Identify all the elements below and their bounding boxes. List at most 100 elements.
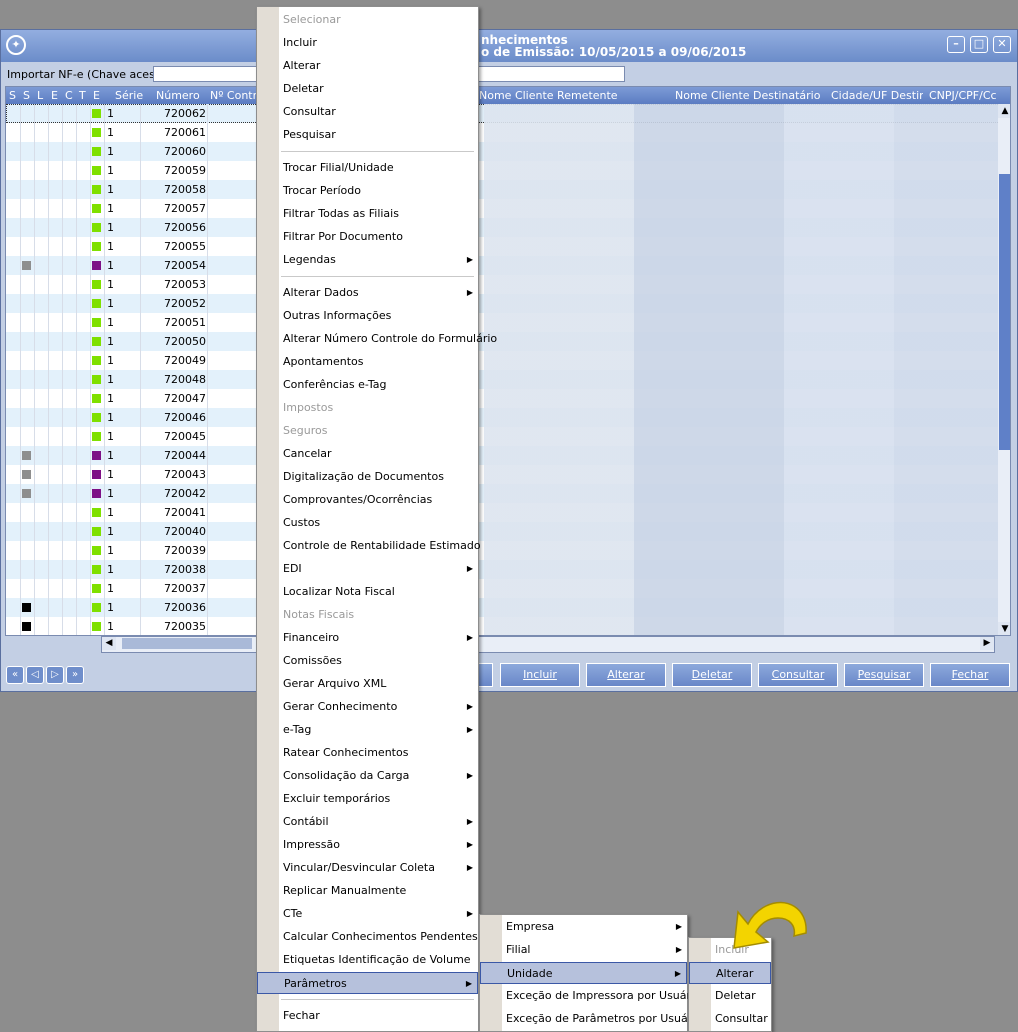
context-menu-item[interactable]: Trocar Período [257, 180, 478, 202]
context-menu-item[interactable]: Localizar Nota Fiscal [257, 581, 478, 603]
context-menu-item[interactable]: Trocar Filial/Unidade [257, 157, 478, 179]
context-menu-item[interactable]: Incluir [257, 32, 478, 54]
table-row[interactable]: 1 720038 [6, 560, 1000, 579]
fechar-button[interactable]: Fechar [930, 663, 1010, 687]
table-row[interactable]: 1 720058 [6, 180, 1000, 199]
context-menu-item[interactable]: Filtrar Por Documento [257, 226, 478, 248]
table-row[interactable]: 1 720061 [6, 123, 1000, 142]
context-menu-item[interactable]: Fechar [257, 1005, 478, 1027]
context-menu-item[interactable]: Alterar [257, 55, 478, 77]
submenu-unidade-item[interactable]: Consultar [689, 1008, 771, 1030]
submenu-parametros-item[interactable]: Exceção de Impressora por Usuário [480, 985, 701, 1007]
table-row[interactable]: 1 720035 [6, 617, 1000, 635]
alterar-button[interactable]: Alterar [586, 663, 666, 687]
table-row[interactable]: 1 720037 [6, 579, 1000, 598]
table-row[interactable]: 1 720043 [6, 465, 1000, 484]
table-row[interactable]: 1 720041 [6, 503, 1000, 522]
table-row[interactable]: 1 720045 [6, 427, 1000, 446]
context-menu-item[interactable]: Deletar [257, 78, 478, 100]
first-icon[interactable]: « [6, 666, 24, 684]
table-row[interactable]: 1 720060 [6, 142, 1000, 161]
last-icon[interactable]: » [66, 666, 84, 684]
table-row[interactable]: 1 720039 [6, 541, 1000, 560]
table-row[interactable]: 1 720040 [6, 522, 1000, 541]
header-e2[interactable]: E [93, 89, 100, 102]
next-icon[interactable]: ▷ [46, 666, 64, 684]
context-menu-item[interactable]: Replicar Manualmente [257, 880, 478, 902]
context-menu-item[interactable]: Digitalização de Documentos [257, 466, 478, 488]
vertical-scrollbar[interactable]: ▲ ▼ [998, 104, 1010, 635]
table-row[interactable]: 1 720062 [6, 104, 1000, 123]
context-menu-item[interactable]: Custos [257, 512, 478, 534]
scroll-right-icon[interactable]: ▶ [980, 637, 994, 650]
context-menu-item[interactable]: Contábil ▶ [257, 811, 478, 833]
context-menu-item[interactable]: Calcular Conhecimentos Pendentes [257, 926, 478, 948]
table-row[interactable]: 1 720049 [6, 351, 1000, 370]
header-s2[interactable]: S [23, 89, 30, 102]
context-menu-item[interactable]: Impressão ▶ [257, 834, 478, 856]
table-row[interactable]: 1 720044 [6, 446, 1000, 465]
context-menu-item[interactable]: Consolidação da Carga ▶ [257, 765, 478, 787]
vertical-scroll-thumb[interactable] [999, 174, 1010, 450]
scroll-down-icon[interactable]: ▼ [998, 622, 1010, 635]
context-menu-item[interactable]: e-Tag ▶ [257, 719, 478, 741]
header-remetente[interactable]: Nome Cliente Remetente [479, 89, 618, 102]
table-row[interactable]: 1 720051 [6, 313, 1000, 332]
header-numero[interactable]: Número [156, 89, 200, 102]
context-menu-item[interactable]: Outras Informações [257, 305, 478, 327]
header-e[interactable]: E [51, 89, 58, 102]
context-menu-item[interactable]: Cancelar [257, 443, 478, 465]
consultar-button[interactable]: Consultar [758, 663, 838, 687]
table-row[interactable]: 1 720050 [6, 332, 1000, 351]
context-menu-item[interactable]: Controle de Rentabilidade Estimado [257, 535, 481, 557]
context-menu-item[interactable]: Gerar Conhecimento ▶ [257, 696, 478, 718]
table-row[interactable]: 1 720054 [6, 256, 1000, 275]
context-menu-item[interactable]: CTe ▶ [257, 903, 478, 925]
header-cnpj[interactable]: CNPJ/CPF/Cc [929, 89, 997, 102]
header-destinatario[interactable]: Nome Cliente Destinatário [675, 89, 820, 102]
header-c[interactable]: C [65, 89, 73, 102]
header-t[interactable]: T [79, 89, 86, 102]
submenu-parametros-item[interactable]: Filial ▶ [480, 939, 687, 961]
context-menu-item[interactable]: Consultar [257, 101, 478, 123]
header-serie[interactable]: Série [115, 89, 143, 102]
header-s[interactable]: S [9, 89, 16, 102]
pesquisar-button[interactable]: Pesquisar [844, 663, 924, 687]
table-row[interactable]: 1 720055 [6, 237, 1000, 256]
submenu-parametros-item[interactable]: Unidade ▶ [480, 962, 687, 984]
close-icon[interactable]: ✕ [993, 36, 1011, 53]
header-cidade[interactable]: Cidade/UF Destino [831, 89, 923, 102]
context-menu-item[interactable]: Etiquetas Identificação de Volume [257, 949, 478, 971]
scroll-up-icon[interactable]: ▲ [998, 104, 1010, 118]
context-menu-item[interactable]: Legendas ▶ [257, 249, 478, 271]
context-menu-item[interactable]: Financeiro ▶ [257, 627, 478, 649]
context-menu-item[interactable]: Ratear Conhecimentos [257, 742, 478, 764]
horizontal-scroll-thumb[interactable] [122, 638, 252, 649]
scroll-left-icon[interactable]: ◀ [102, 637, 116, 650]
minimize-icon[interactable]: – [947, 36, 965, 53]
table-row[interactable]: 1 720056 [6, 218, 1000, 237]
conhecimentos-grid[interactable]: S S L E C T E Série Número Nº Contro Nom… [5, 86, 1011, 636]
context-menu-item[interactable]: Apontamentos [257, 351, 478, 373]
submenu-parametros-item[interactable]: Exceção de Parâmetros por Usuário [480, 1008, 702, 1030]
table-row[interactable]: 1 720047 [6, 389, 1000, 408]
table-row[interactable]: 1 720053 [6, 275, 1000, 294]
context-menu-item[interactable]: EDI ▶ [257, 558, 478, 580]
context-menu-item[interactable]: Excluir temporários [257, 788, 478, 810]
context-menu-item[interactable]: Filtrar Todas as Filiais [257, 203, 478, 225]
table-row[interactable]: 1 720036 [6, 598, 1000, 617]
table-row[interactable]: 1 720057 [6, 199, 1000, 218]
context-menu-item[interactable]: Alterar Número Controle do Formulário [257, 328, 497, 350]
context-menu-item[interactable]: Vincular/Desvincular Coleta ▶ [257, 857, 478, 879]
context-menu-item[interactable]: Gerar Arquivo XML [257, 673, 478, 695]
prev-icon[interactable]: ◁ [26, 666, 44, 684]
context-menu-item[interactable]: Parâmetros ▶ [257, 972, 478, 994]
submenu-unidade-item[interactable]: Deletar [689, 985, 771, 1007]
context-menu-item[interactable]: Comissões [257, 650, 478, 672]
incluir-button[interactable]: Incluir [500, 663, 580, 687]
table-row[interactable]: 1 720048 [6, 370, 1000, 389]
context-menu-item[interactable]: Conferências e-Tag [257, 374, 478, 396]
maximize-icon[interactable]: □ [970, 36, 988, 53]
deletar-button[interactable]: Deletar [672, 663, 752, 687]
table-row[interactable]: 1 720046 [6, 408, 1000, 427]
